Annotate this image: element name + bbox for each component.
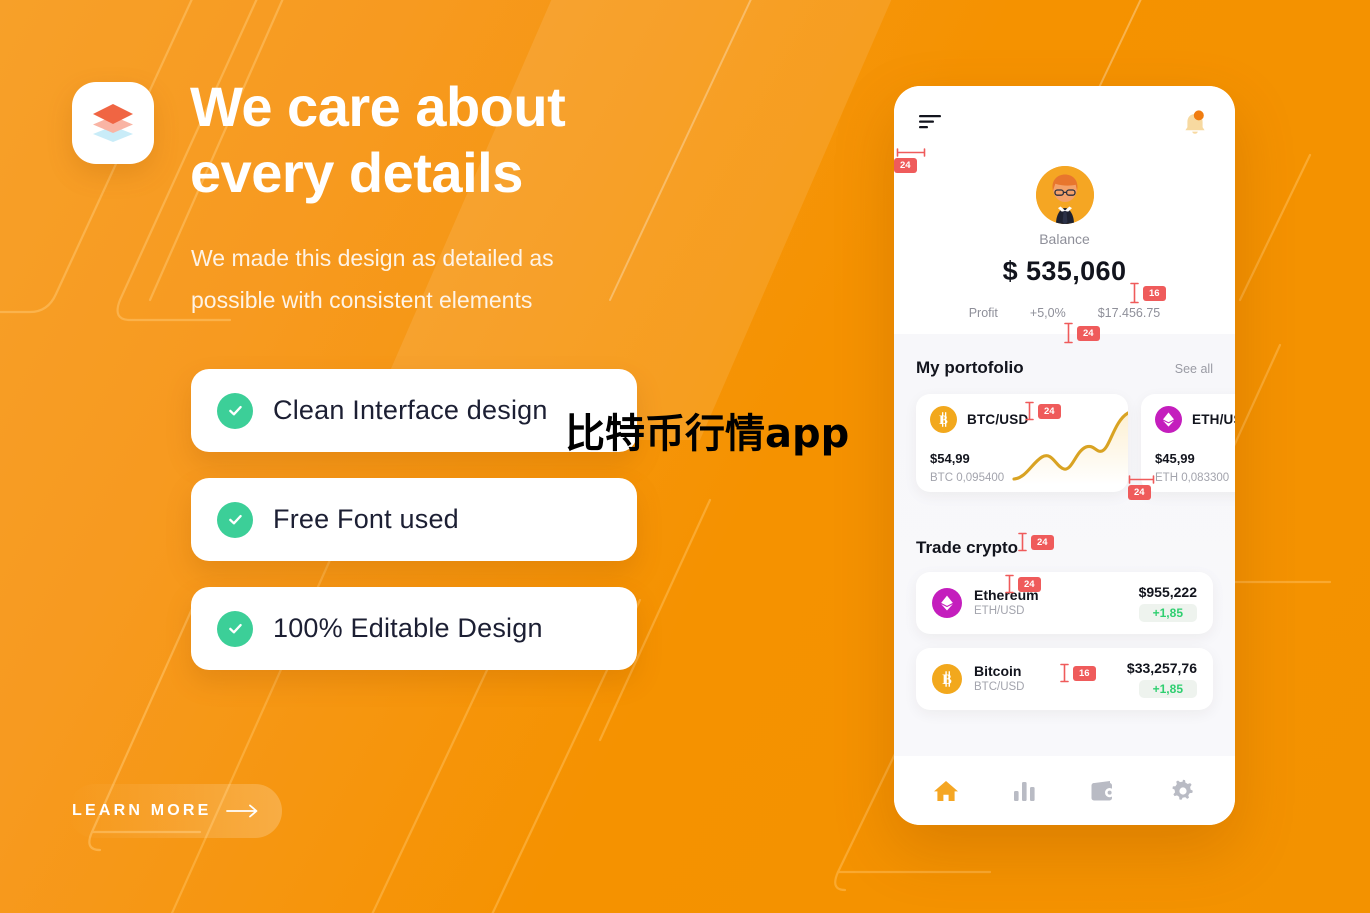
page-root: We care about every details We made this… <box>0 0 1370 913</box>
ethereum-icon <box>932 588 962 618</box>
trade-row-left: Ethereum ETH/USD <box>932 587 1039 619</box>
subtitle-line-2: possible with consistent elements <box>191 287 533 313</box>
balance-value: $ 535,060 <box>1002 256 1127 286</box>
user-avatar[interactable] <box>1035 166 1094 224</box>
trade-coin-name: Bitcoin <box>974 663 1022 679</box>
portfolio-section-header: My portofolio See all <box>916 334 1213 378</box>
hero-subtitle: We made this design as detailed as possi… <box>191 237 661 321</box>
overlay-watermark-text: 比特币行情app <box>565 411 850 457</box>
check-circle-icon <box>217 610 253 647</box>
trade-row-left: B Bitcoin BTC/USD <box>932 663 1024 695</box>
profit-row: Profit +5,0% $17.456.75 <box>894 306 1235 320</box>
trade-price: $955,222 <box>1138 584 1197 600</box>
btc-sparkline-chart <box>1012 407 1128 490</box>
trade-row-text: Bitcoin BTC/USD <box>974 663 1024 695</box>
nav-gear-icon[interactable] <box>1163 771 1203 811</box>
trade-coin-pair: ETH/USD <box>974 605 1025 617</box>
coin-pair-label: ETH/USD <box>1192 412 1235 427</box>
trade-delta-badge: +1,85 <box>1138 604 1197 622</box>
trade-price: $33,257,76 <box>1126 660 1197 676</box>
profit-amount: $17.456.75 <box>1097 306 1161 320</box>
trade-delta-badge: +1,85 <box>1138 680 1197 698</box>
portfolio-card-row: B BTC/USD $54,99 BTC 0,095400 ETH/U $45,… <box>916 394 1235 492</box>
layers-icon <box>93 104 133 142</box>
learn-more-button[interactable]: LEARN MORE <box>68 784 282 838</box>
portfolio-amount: ETH 0,083300 <box>1155 472 1230 484</box>
trade-coin-name: Ethereum <box>974 587 1039 603</box>
arrow-right-icon <box>225 804 260 818</box>
trade-section-header: Trade crypto <box>916 514 1213 558</box>
trade-row-right: $955,222 +1,85 <box>1139 584 1197 622</box>
trade-coin-pair: BTC/USD <box>974 681 1025 693</box>
see-all-link[interactable]: See all <box>1175 362 1213 376</box>
feature-label: 100% Editable Design <box>273 613 543 643</box>
trade-row-text: Ethereum ETH/USD <box>974 587 1039 619</box>
svg-text:B: B <box>942 672 952 688</box>
ethereum-icon <box>1155 406 1182 433</box>
phone-header-area: Balance $ 535,060 Profit +5,0% $17.456.7… <box>894 86 1235 334</box>
feature-card-editable-design[interactable]: 100% Editable Design <box>191 587 637 670</box>
feature-label: Free Font used <box>273 504 459 534</box>
bitcoin-icon: B <box>932 664 962 694</box>
trade-row-ethereum[interactable]: Ethereum ETH/USD $955,222 +1,85 <box>916 572 1213 634</box>
nav-bar-chart-icon[interactable] <box>1005 771 1045 811</box>
portfolio-card-eth[interactable]: ETH/USD $45,99 ETH 0,083300 <box>1141 394 1235 492</box>
subtitle-line-1: We made this design as detailed as <box>191 245 554 271</box>
learn-more-label: LEARN MORE <box>72 802 212 819</box>
profit-label: Profit <box>968 306 998 320</box>
trade-row-right: $33,257,76 +1,85 <box>1127 660 1197 698</box>
feature-label: Clean Interface design <box>273 395 548 425</box>
trade-row-bitcoin[interactable]: B Bitcoin BTC/USD $33,257,76 +1,85 <box>916 648 1213 710</box>
portfolio-title: My portofolio <box>916 358 1024 377</box>
hamburger-menu-icon[interactable] <box>919 115 943 135</box>
check-circle-icon <box>217 392 253 429</box>
svg-text:B: B <box>939 412 948 427</box>
notification-bell-icon[interactable] <box>1181 108 1209 143</box>
page-title: We care about every details <box>190 74 710 206</box>
brand-logo-tile <box>72 82 154 164</box>
coin-header: ETH/USD <box>1155 406 1235 433</box>
portfolio-price: $45,99 <box>1155 451 1195 466</box>
nav-wallet-icon[interactable] <box>1084 771 1124 811</box>
phone-content-area: My portofolio See all B BTC/USD $54,99 B… <box>894 334 1235 756</box>
profit-percent: +5,0% <box>1029 306 1066 320</box>
nav-home-icon[interactable] <box>926 771 966 811</box>
trade-title: Trade crypto <box>916 538 1019 557</box>
balance-label: Balance <box>1039 231 1090 247</box>
headline-line-1: We care about <box>190 75 566 138</box>
portfolio-card-btc[interactable]: B BTC/USD $54,99 BTC 0,095400 <box>916 394 1128 492</box>
feature-card-free-font[interactable]: Free Font used <box>191 478 637 561</box>
phone-mockup: Balance $ 535,060 Profit +5,0% $17.456.7… <box>894 86 1235 825</box>
headline-line-2: every details <box>190 141 523 204</box>
bitcoin-icon: B <box>930 406 957 433</box>
check-circle-icon <box>217 501 253 538</box>
phone-bottom-nav <box>894 756 1235 825</box>
